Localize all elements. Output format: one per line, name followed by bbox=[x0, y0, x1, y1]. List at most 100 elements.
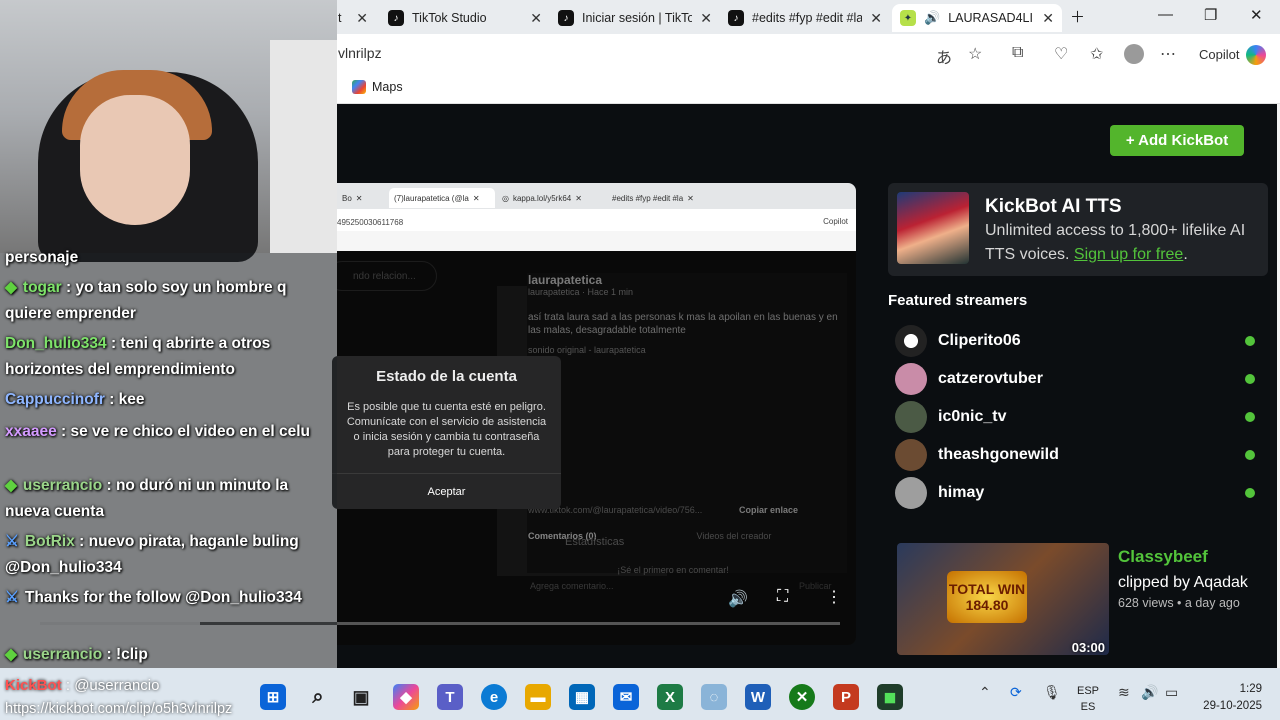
fullscreen-icon[interactable]: ⛶ bbox=[777, 588, 788, 606]
new-tab-icon[interactable]: ＋ bbox=[1070, 6, 1085, 27]
favorite-maps[interactable]: Maps bbox=[352, 80, 403, 94]
clip-streamer[interactable]: Classybeef bbox=[1118, 547, 1208, 567]
tiktok-icon: ♪ bbox=[388, 10, 404, 26]
powerpoint-icon[interactable]: P bbox=[833, 684, 859, 710]
copilot-app-icon[interactable]: ◆ bbox=[393, 684, 419, 710]
more-options-icon[interactable]: ⋮ bbox=[826, 587, 842, 607]
more-menu-icon[interactable]: ⋯ bbox=[1160, 44, 1176, 64]
language-indicator[interactable]: ESP ES bbox=[1077, 683, 1099, 715]
edge-icon[interactable]: e bbox=[481, 684, 507, 710]
inner-tab: #edits #fyp #edit #la ✕ bbox=[612, 193, 694, 203]
url-field[interactable]: vlnrilpz bbox=[338, 45, 382, 61]
streamer-item[interactable]: catzerovtuber bbox=[895, 363, 1255, 395]
accept-button[interactable]: Aceptar bbox=[332, 473, 561, 509]
dialog-title: Estado de la cuenta bbox=[376, 368, 517, 385]
browser-essentials-icon[interactable]: ♡ bbox=[1054, 44, 1068, 64]
streamer-item[interactable]: ic0nic_tv bbox=[895, 401, 1255, 433]
face bbox=[80, 95, 190, 225]
chat-message: xxaaee : se ve re chico el video en el c… bbox=[5, 423, 311, 440]
inner-tab: (7)laurapatetica (@la ✕ bbox=[389, 188, 495, 208]
browser-tab-active[interactable]: ✦ 🔊 LAURASAD4LIF ✕ bbox=[892, 4, 1062, 32]
chat-message: Don_hulio334 : teni q abrirte a otros ho… bbox=[5, 335, 271, 378]
word-icon[interactable]: W bbox=[745, 684, 771, 710]
dialog-text: Es posible que tu cuenta esté en peligro… bbox=[346, 401, 547, 458]
mail-icon[interactable]: ✉ bbox=[613, 684, 639, 710]
chat-message: ⚔ BotRix : nuevo pirata, haganle buling @… bbox=[5, 533, 299, 576]
clip-meta: 628 views • a day ago bbox=[1118, 596, 1240, 610]
close-tab-icon[interactable]: ✕ bbox=[870, 10, 882, 27]
online-indicator bbox=[1245, 412, 1255, 422]
chat-message: ◆ togar : yo tan solo soy un hombre q qui… bbox=[5, 279, 287, 322]
close-tab-icon[interactable]: ✕ bbox=[530, 10, 542, 27]
webcam-overlay bbox=[0, 0, 337, 262]
clip-thumbnail[interactable]: TOTAL WIN 184.80 03:00 bbox=[897, 543, 1109, 655]
tiktok-icon: ♪ bbox=[728, 10, 744, 26]
browser-tab[interactable]: ♪ Iniciar sesión | TikTok ✕ bbox=[550, 4, 720, 32]
chat-message: personaje bbox=[5, 249, 79, 266]
minimize-icon[interactable]: — bbox=[1158, 6, 1173, 23]
microphone-icon[interactable]: 🎙 bbox=[1043, 684, 1061, 701]
online-indicator bbox=[1245, 374, 1255, 384]
chat-message: ◆ userrancio : !clip bbox=[5, 646, 148, 663]
store-icon[interactable]: ▦ bbox=[569, 684, 595, 710]
avatar bbox=[895, 363, 927, 395]
copilot-icon[interactable] bbox=[1246, 45, 1266, 65]
sword-icon: ⚔ bbox=[5, 533, 19, 550]
promo-image bbox=[897, 192, 969, 264]
gem-icon: ◆ bbox=[5, 279, 17, 296]
wifi-icon[interactable]: ≋ bbox=[1118, 684, 1130, 701]
browser-tab[interactable]: ♪ #edits #fyp #edit #la ✕ bbox=[720, 4, 890, 32]
maps-icon bbox=[352, 80, 366, 94]
sign-up-link[interactable]: Sign up for free bbox=[1074, 246, 1183, 263]
volume-icon[interactable]: 🔊 bbox=[728, 589, 748, 609]
featured-streamers-title: Featured streamers bbox=[888, 292, 1028, 309]
account-status-dialog: Estado de la cuenta Es posible que tu cu… bbox=[332, 356, 561, 509]
sword-icon: ⚔ bbox=[5, 589, 19, 606]
collections-icon[interactable]: ✩ bbox=[1090, 44, 1103, 64]
task-view-icon[interactable]: ▣ bbox=[348, 684, 374, 710]
search-icon[interactable]: ⌕ bbox=[305, 684, 331, 710]
translate-icon[interactable]: あ bbox=[936, 44, 952, 68]
photos-icon[interactable]: ◌ bbox=[701, 684, 727, 710]
gem-icon: ◆ bbox=[5, 477, 17, 494]
avatar bbox=[895, 401, 927, 433]
start-icon[interactable]: ⊞ bbox=[260, 684, 286, 710]
extensions-icon[interactable]: ⧉ bbox=[1012, 44, 1023, 62]
clock[interactable]: 1:29 29-10-2025 bbox=[1194, 681, 1262, 715]
close-tab-icon[interactable]: ✕ bbox=[1042, 10, 1054, 27]
avatar bbox=[895, 325, 927, 357]
favorite-star-icon[interactable]: ☆ bbox=[968, 44, 982, 64]
speaker-icon[interactable]: 🔊 bbox=[924, 10, 940, 26]
browser-tab[interactable]: ♪ TikTok Studio ✕ bbox=[380, 4, 550, 32]
battery-icon[interactable]: ▭ bbox=[1165, 684, 1178, 701]
copilot-button[interactable]: Copilot bbox=[1199, 47, 1239, 62]
streamer-item[interactable]: himay bbox=[895, 477, 1255, 509]
show-hidden-icons[interactable]: ⌃ bbox=[979, 684, 991, 701]
streamer-item[interactable]: Cliperito06 bbox=[895, 325, 1255, 357]
close-window-icon[interactable]: ✕ bbox=[1250, 6, 1263, 24]
chat-kickbot-line: KickBot : @userrancio bbox=[5, 677, 160, 694]
teams-icon[interactable]: T bbox=[437, 684, 463, 710]
profile-icon[interactable] bbox=[1124, 44, 1144, 64]
streamer-item[interactable]: theashgonewild bbox=[895, 439, 1255, 471]
chat-message: Cappuccinofr : kee bbox=[5, 391, 145, 408]
restore-icon[interactable]: ❐ bbox=[1204, 6, 1217, 24]
gem-icon: ◆ bbox=[5, 646, 17, 663]
streaming-app-icon[interactable]: ◼ bbox=[877, 684, 903, 710]
sync-icon[interactable]: ⟳ bbox=[1010, 684, 1022, 701]
screen: t ✕ ♪ TikTok Studio ✕ ♪ Iniciar sesión |… bbox=[0, 0, 1280, 720]
close-tab-icon[interactable]: ✕ bbox=[356, 10, 368, 27]
inner-tab: ◎ kappa.lol/y5rk64 ✕ bbox=[502, 193, 582, 203]
add-kickbot-button[interactable]: + Add KickBot bbox=[1110, 125, 1244, 156]
clip-link[interactable]: https://kickbot.com/clip/o5h3vlnrilpz bbox=[5, 701, 232, 717]
inner-favorites-bar bbox=[337, 231, 856, 251]
inner-url: 495250030611768 Copilot bbox=[337, 209, 856, 231]
xbox-icon[interactable]: ✕ bbox=[789, 684, 815, 710]
thumbnail-jackpot: TOTAL WIN 184.80 bbox=[947, 571, 1027, 623]
file-explorer-icon[interactable]: ▬ bbox=[525, 684, 551, 710]
online-indicator bbox=[1245, 488, 1255, 498]
clip-author: clipped by Aqadak bbox=[1118, 574, 1248, 591]
close-tab-icon[interactable]: ✕ bbox=[700, 10, 712, 27]
excel-icon[interactable]: X bbox=[657, 684, 683, 710]
volume-tray-icon[interactable]: 🔊 bbox=[1141, 684, 1158, 701]
